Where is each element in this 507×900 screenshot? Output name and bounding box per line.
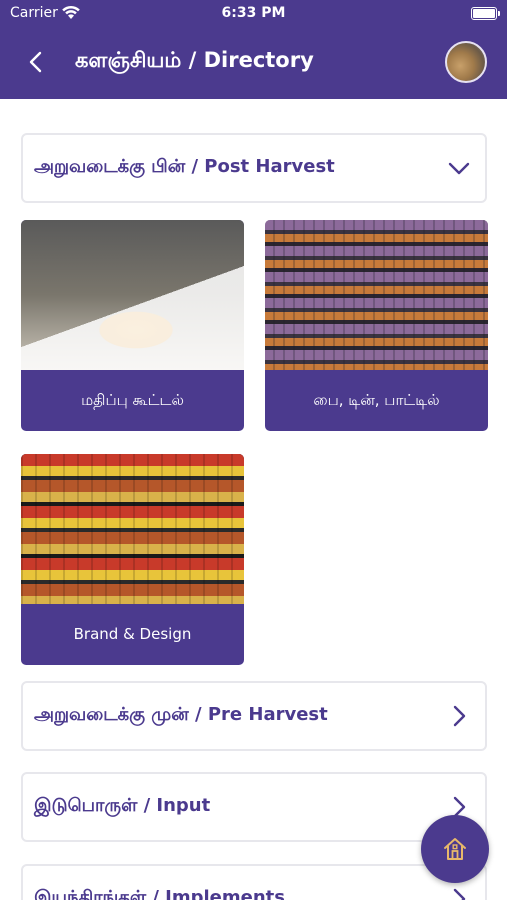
section-pre-harvest-label: அறுவடைக்கு முன் / Pre Harvest bbox=[34, 704, 328, 725]
section-implements[interactable]: இயந்திரங்கள் / Implements bbox=[21, 864, 487, 900]
card-label: Brand & Design bbox=[73, 625, 192, 643]
card-label: பை, டின், பாட்டில் bbox=[313, 391, 440, 409]
section-pre-harvest[interactable]: அறுவடைக்கு முன் / Pre Harvest bbox=[21, 681, 487, 751]
card-image bbox=[265, 220, 488, 370]
section-post-harvest-label: அறுவடைக்கு பின் / Post Harvest bbox=[34, 156, 335, 177]
home-button[interactable] bbox=[421, 815, 489, 883]
card-image bbox=[21, 454, 244, 604]
home-icon bbox=[444, 838, 466, 860]
page-title: களஞ்சியம் / Directory bbox=[75, 48, 314, 72]
card-brand-design[interactable]: Brand & Design bbox=[21, 454, 244, 665]
status-bar: Carrier 6:33 PM bbox=[0, 0, 507, 28]
section-post-harvest[interactable]: அறுவடைக்கு பின் / Post Harvest bbox=[21, 133, 487, 203]
card-label: மதிப்பு கூட்டல் bbox=[81, 391, 184, 409]
card-image bbox=[21, 220, 244, 370]
battery-icon bbox=[471, 7, 500, 20]
avatar[interactable] bbox=[445, 41, 487, 83]
section-input-label: இடுபொருள் / Input bbox=[34, 795, 211, 816]
section-implements-label: இயந்திரங்கள் / Implements bbox=[34, 887, 285, 900]
app-header: Carrier 6:33 PM களஞ்சியம் / Directory bbox=[0, 0, 507, 99]
section-input[interactable]: இடுபொருள் / Input bbox=[21, 772, 487, 842]
chevron-right-icon bbox=[453, 705, 466, 727]
status-time: 6:33 PM bbox=[221, 5, 286, 21]
card-packaging[interactable]: பை, டின், பாட்டில் bbox=[265, 220, 488, 431]
card-value-addition[interactable]: மதிப்பு கூட்டல் bbox=[21, 220, 244, 431]
back-button[interactable] bbox=[22, 48, 50, 76]
chevron-down-icon bbox=[448, 162, 470, 175]
chevron-right-icon bbox=[453, 888, 466, 900]
